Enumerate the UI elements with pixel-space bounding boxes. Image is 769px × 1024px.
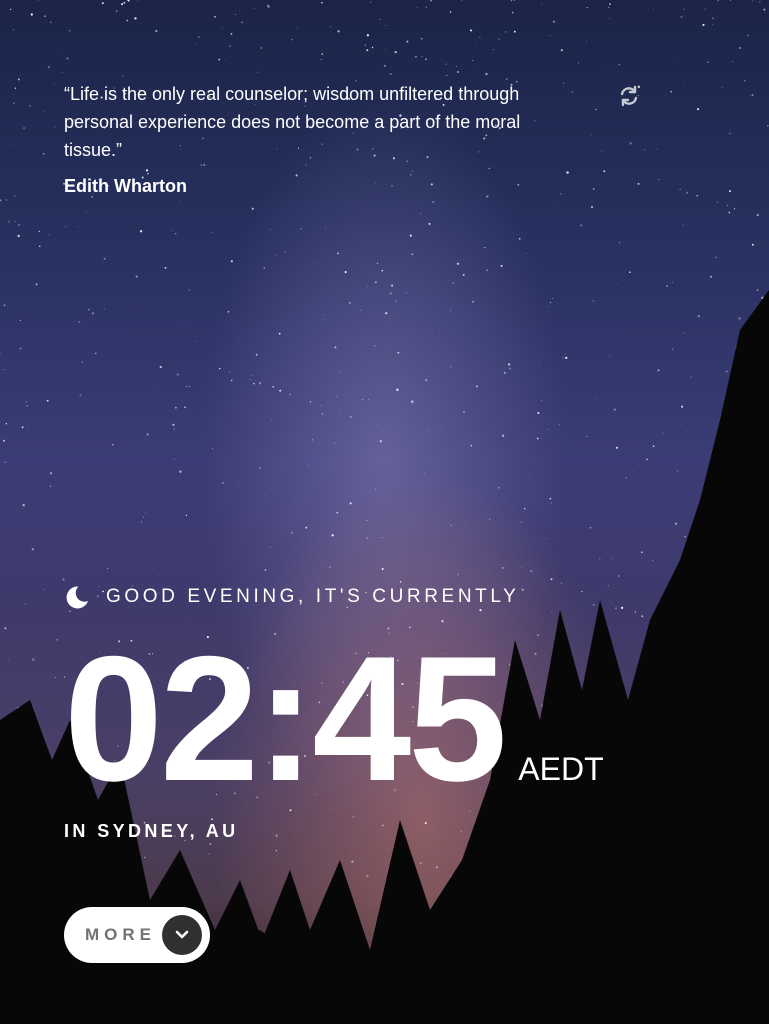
more-button[interactable]: MORE [64, 907, 210, 963]
refresh-quote-button[interactable] [617, 84, 641, 108]
chevron-down-icon [162, 915, 202, 955]
greeting-text: GOOD EVENING, IT'S CURRENTLY [106, 586, 520, 607]
quote-text: “Life is the only real counselor; wisdom… [64, 84, 521, 160]
refresh-icon [620, 85, 638, 107]
greeting: GOOD EVENING, IT'S CURRENTLY [64, 584, 519, 610]
quote-block: “Life is the only real counselor; wisdom… [64, 80, 564, 197]
moon-icon [66, 586, 88, 609]
timezone-abbreviation: AEDT [518, 751, 604, 787]
more-button-label: MORE [85, 925, 156, 944]
current-time: 02:45 [64, 619, 507, 818]
clock: 02:45 AEDT [64, 630, 604, 808]
quote-author: Edith Wharton [64, 176, 187, 196]
location-text: IN SYDNEY, AU [64, 821, 239, 841]
